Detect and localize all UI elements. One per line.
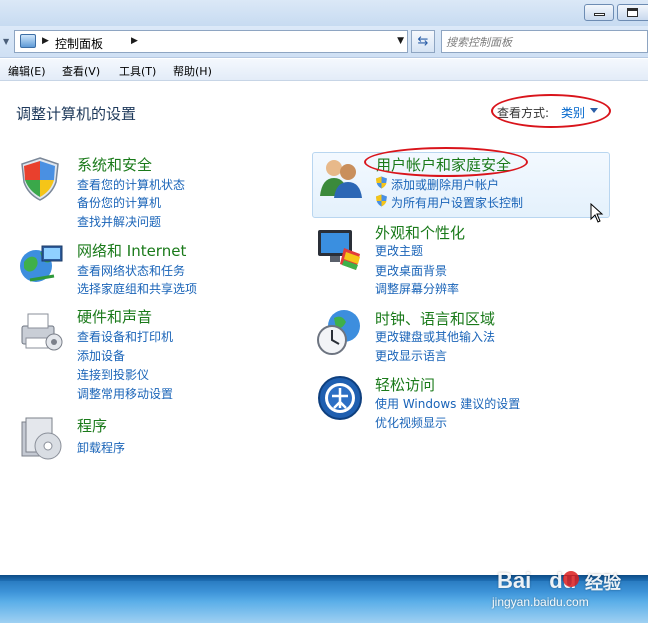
category-title-system-security[interactable]: 系统和安全	[77, 154, 152, 175]
address-bar[interactable]: ▶ 控制面板 ▶ ▼	[14, 30, 408, 53]
menu-bar: 编辑(E) 查看(V) 工具(T) 帮助(H)	[0, 59, 648, 81]
category-title-clock-language[interactable]: 时钟、语言和区域	[375, 308, 495, 329]
link-uninstall-program[interactable]: 卸载程序	[77, 439, 125, 456]
category-title-ease-of-access[interactable]: 轻松访问	[375, 374, 435, 395]
menu-view[interactable]: 查看(V)	[62, 63, 100, 79]
category-title-network[interactable]: 网络和 Internet	[77, 240, 186, 261]
baidu-paw-icon	[563, 571, 579, 587]
control-panel-icon	[20, 34, 36, 48]
clock-globe-icon	[317, 310, 360, 355]
link-mobility-settings[interactable]: 调整常用移动设置	[77, 385, 173, 402]
ease-of-access-icon	[318, 376, 362, 420]
link-change-desktop-background[interactable]: 更改桌面背景	[375, 262, 447, 279]
link-change-display-language[interactable]: 更改显示语言	[375, 347, 447, 364]
menu-edit[interactable]: 编辑(E)	[8, 63, 46, 79]
maximize-icon	[627, 8, 638, 17]
link-view-network-status[interactable]: 查看网络状态和任务	[77, 262, 185, 279]
address-toolbar: ▼ ▶ 控制面板 ▶ ▼ ⇆	[0, 26, 648, 58]
search-input[interactable]	[446, 33, 636, 51]
highlight-ellipse-user-accounts	[364, 147, 528, 177]
printer-icon	[21, 313, 63, 351]
breadcrumb-arrow-icon[interactable]: ▶	[42, 36, 49, 46]
highlight-ellipse-view-by	[491, 94, 611, 128]
link-optimize-visual-display[interactable]: 优化视频显示	[375, 414, 447, 431]
link-change-keyboards[interactable]: 更改键盘或其他输入法	[375, 328, 495, 345]
window-title-bar	[0, 0, 648, 26]
menu-help[interactable]: 帮助(H)	[173, 63, 212, 79]
link-backup-computer[interactable]: 备份您的计算机	[77, 194, 161, 211]
link-adjust-resolution[interactable]: 调整屏幕分辨率	[375, 280, 459, 297]
control-panel-content: 调整计算机的设置 查看方式: 类别 系统和安全 查看您的计算机状态 备份您的计算…	[0, 82, 648, 575]
menu-tools[interactable]: 工具(T)	[119, 63, 156, 79]
recent-pages-dropdown-icon[interactable]: ▼	[3, 37, 9, 46]
uac-shield-icon	[376, 176, 387, 189]
link-recommended-settings[interactable]: 使用 Windows 建议的设置	[375, 395, 520, 412]
minimize-button[interactable]	[584, 4, 614, 21]
maximize-button[interactable]	[617, 4, 648, 21]
breadcrumb-control-panel[interactable]: 控制面板	[55, 35, 103, 52]
address-history-dropdown-icon[interactable]: ▼	[397, 36, 404, 46]
page-title: 调整计算机的设置	[16, 105, 137, 123]
link-add-remove-accounts[interactable]: 添加或删除用户帐户	[391, 176, 499, 193]
link-find-fix-problems[interactable]: 查找并解决问题	[77, 213, 161, 230]
programs-disc-icon	[21, 417, 62, 460]
link-connect-projector[interactable]: 连接到投影仪	[77, 366, 149, 383]
link-devices-printers[interactable]: 查看设备和打印机	[77, 328, 173, 345]
globe-network-icon	[20, 245, 63, 282]
category-title-programs[interactable]: 程序	[77, 415, 107, 436]
watermark-jingyan: 经验	[585, 573, 621, 594]
watermark-url: jingyan.baidu.com	[492, 595, 589, 609]
users-icon	[320, 160, 362, 198]
uac-shield-icon	[376, 194, 387, 207]
minimize-icon	[594, 13, 605, 16]
link-view-computer-status[interactable]: 查看您的计算机状态	[77, 176, 185, 193]
category-title-hardware-sound[interactable]: 硬件和声音	[77, 306, 152, 327]
category-title-appearance[interactable]: 外观和个性化	[375, 222, 465, 243]
mouse-cursor-icon	[590, 203, 604, 223]
monitor-palette-icon	[318, 230, 360, 270]
link-add-device[interactable]: 添加设备	[77, 347, 125, 364]
link-parental-controls[interactable]: 为所有用户设置家长控制	[391, 194, 523, 211]
shield-icon	[21, 157, 59, 201]
breadcrumb-arrow-icon[interactable]: ▶	[131, 36, 138, 46]
refresh-button[interactable]: ⇆	[411, 30, 435, 53]
refresh-icon: ⇆	[417, 34, 429, 49]
link-homegroup-sharing[interactable]: 选择家庭组和共享选项	[77, 280, 197, 297]
search-box[interactable]	[441, 30, 648, 53]
link-change-theme[interactable]: 更改主题	[375, 242, 423, 259]
